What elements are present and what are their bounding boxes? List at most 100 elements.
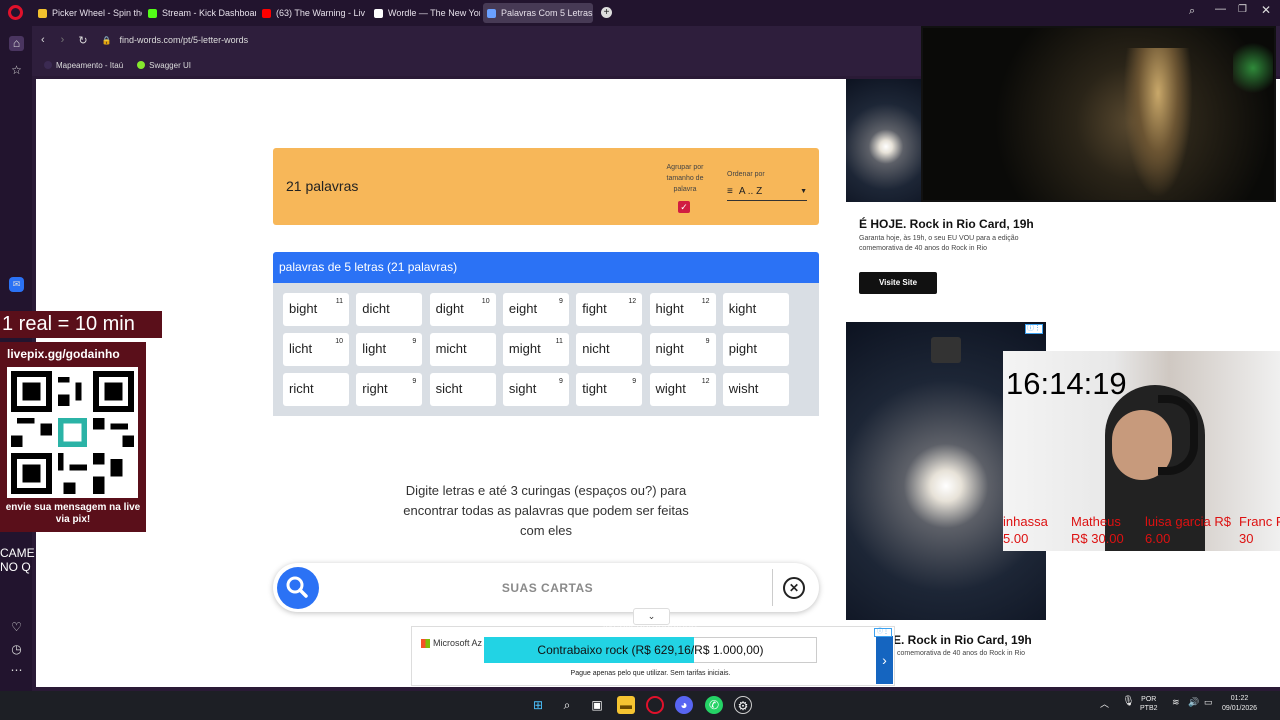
opera-icon[interactable] [8, 5, 23, 20]
word-tile[interactable]: bight 11 [283, 293, 349, 326]
word-text: kight [728, 301, 757, 316]
maximize-button[interactable]: ❐ [1238, 4, 1247, 15]
word-tile[interactable]: dight 10 [429, 293, 496, 326]
word-tile[interactable]: richt [283, 373, 349, 406]
minimize-button[interactable]: — [1215, 3, 1226, 15]
qr-message: envie sua mensagem na live via pix! [5, 502, 141, 525]
language-indicator[interactable]: POR PTB2 [1140, 695, 1158, 713]
tab-favicon-icon [38, 8, 47, 18]
word-tile[interactable]: dicht [356, 293, 423, 326]
task-view-icon[interactable]: ▣ [588, 696, 606, 714]
word-tile[interactable]: light 9 [356, 333, 423, 366]
word-text: dight [435, 301, 464, 316]
back-icon[interactable]: ‹ [41, 34, 45, 46]
order-value: A .. Z [738, 186, 763, 197]
messenger-icon[interactable]: ✉ [9, 277, 24, 292]
history-icon[interactable]: ◷ [9, 642, 24, 657]
word-tile[interactable]: night 9 [649, 333, 716, 366]
word-tile[interactable]: tight 9 [576, 373, 643, 406]
word-text: bight [289, 301, 318, 316]
ad-visit-button[interactable]: Visite Site [859, 272, 937, 294]
whatsapp-icon[interactable]: ✆ [705, 696, 723, 714]
word-tile[interactable]: wisht [722, 373, 789, 406]
word-score: 9 [558, 378, 563, 385]
opera-gx-icon[interactable] [646, 696, 664, 714]
goal-text: Contrabaixo rock (R$ 629,16/R$ 1.000,00) [537, 643, 764, 657]
more-icon[interactable]: ⋯ [9, 663, 24, 678]
search-icon[interactable]: ⌕ [558, 696, 576, 714]
wifi-icon[interactable]: ≋ [1172, 697, 1180, 708]
search-tabs-icon[interactable]: ⌕ [1189, 5, 1195, 18]
swagger-icon [137, 61, 146, 69]
word-text: fight [582, 301, 607, 316]
tab-3[interactable]: (63) The Warning - Liv [258, 3, 368, 23]
search-icon [286, 576, 308, 598]
word-tile[interactable]: pight [722, 333, 789, 366]
word-tile[interactable]: wight 12 [649, 373, 716, 406]
ad-info-icon[interactable]: ⓘ⋮ [874, 628, 892, 637]
clear-icon[interactable]: ✕ [783, 577, 805, 599]
cam-text: CAME NO Q [0, 546, 35, 574]
word-text: richt [289, 381, 314, 396]
close-window-button[interactable]: ✕ [1261, 3, 1271, 17]
file-explorer-icon[interactable]: ▬ [617, 696, 635, 714]
heart-icon[interactable]: ♡ [9, 620, 24, 635]
word-tile[interactable]: kight [722, 293, 789, 326]
word-text: right [362, 381, 388, 396]
donor-item: inhassa 5.00 [1003, 514, 1048, 546]
tab-2[interactable]: Stream - Kick Dashboard [144, 3, 256, 23]
word-tile[interactable]: eight 9 [502, 293, 569, 326]
word-text: sight [508, 381, 537, 396]
discord-icon[interactable]: ◕ [675, 696, 693, 714]
stream-clock: 16:14:19 [1006, 366, 1127, 401]
tab-favicon-icon [487, 8, 496, 18]
word-tile[interactable]: right 9 [356, 373, 423, 406]
word-tile[interactable]: hight 12 [649, 293, 716, 326]
word-score: 9 [632, 378, 637, 385]
ad-info-icon[interactable]: ⓘ⋮ [1025, 324, 1043, 334]
word-tile[interactable]: sicht [429, 373, 496, 406]
group-by-length-checkbox[interactable]: ✓ [678, 201, 690, 213]
mic-icon[interactable]: 🎙 [1122, 696, 1135, 707]
tab-1[interactable]: Picker Wheel - Spin the W [34, 3, 142, 23]
windows-start-icon[interactable]: ⊞ [529, 696, 547, 714]
order-by-select[interactable]: ≡ A .. Z ▼ [727, 183, 807, 201]
stage-light [1233, 38, 1273, 98]
chevron-down-icon[interactable]: ⌄ [633, 608, 670, 625]
url-field[interactable]: find-words.com/pt/5-letter-words [120, 35, 249, 45]
ad-next-icon[interactable]: › [876, 636, 893, 684]
word-tile[interactable]: micht [429, 333, 496, 366]
tab-5[interactable]: Palavras Com 5 Letras Em [483, 3, 593, 23]
star-icon[interactable]: ☆ [9, 63, 24, 78]
sort-icon: ≡ [727, 186, 733, 197]
reload-icon[interactable]: ↻ [78, 34, 87, 47]
goal-subtext: Pague apenas pelo que utilizar. Sem tari… [570, 670, 731, 677]
bookmark-swagger[interactable]: Swagger UI [137, 61, 191, 70]
tray-chevron-icon[interactable]: ︿ [1100, 697, 1109, 710]
ad-logo [931, 337, 961, 363]
cam-text-line: NO Q [0, 560, 31, 574]
word-tile[interactable]: sight 9 [502, 373, 569, 406]
battery-icon[interactable]: ▭ [1204, 697, 1213, 708]
word-score: 10 [335, 338, 343, 345]
volume-icon[interactable]: 🔊 [1188, 697, 1199, 708]
forward-icon[interactable]: › [61, 34, 65, 46]
headphones-icon [1158, 395, 1198, 475]
section-title: palavras de 5 letras (21 palavras) [273, 252, 819, 283]
clock[interactable]: 01:22 09/01/2026 [1222, 694, 1257, 714]
word-score: 9 [412, 338, 417, 345]
video-overlay [921, 26, 1276, 202]
app-icon[interactable]: ⚙ [734, 696, 752, 714]
new-tab-button[interactable]: + [601, 7, 612, 18]
word-tile[interactable]: fight 12 [576, 293, 643, 326]
tab-favicon-icon [262, 8, 271, 18]
bookmark-mapeamento[interactable]: Mapeamento - Itaú [44, 61, 123, 70]
tab-4[interactable]: Wordle — The New York [370, 3, 480, 23]
home-icon[interactable]: ⌂ [9, 36, 24, 51]
word-tile[interactable]: nicht [576, 333, 643, 366]
search-button[interactable] [277, 567, 319, 609]
word-tile[interactable]: might 11 [502, 333, 569, 366]
word-tile[interactable]: licht 10 [283, 333, 349, 366]
word-count: 21 palavras [286, 178, 359, 194]
search-input[interactable]: SUAS CARTAS [440, 581, 655, 595]
